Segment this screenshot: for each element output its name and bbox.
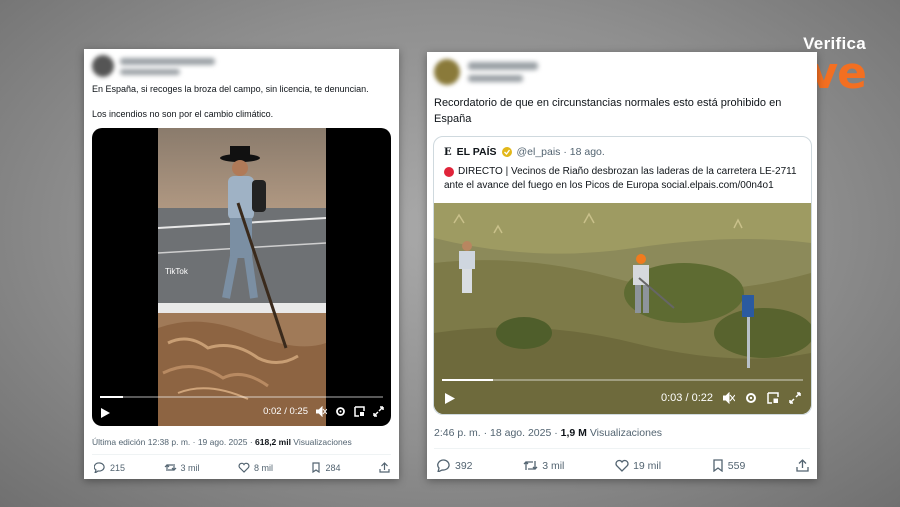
share-button[interactable]: [379, 462, 390, 473]
quoted-text: DIRECTO | Vecinos de Riaño desbrozan las…: [444, 165, 797, 193]
reply-count: 392: [455, 459, 473, 472]
video-progress-bar[interactable]: [442, 379, 803, 381]
video-progress-fill: [100, 396, 123, 398]
quoted-handle-date: @el_pais · 18 ago.: [516, 146, 605, 158]
video-player[interactable]: TikTok 0:02 / 0:25: [92, 128, 391, 426]
repost-count: 3 mil: [542, 459, 565, 472]
tweet-text: En España, si recoges la broza del campo…: [92, 83, 369, 120]
tweet-text-line-2: Los incendios no son por el cambio climá…: [92, 109, 274, 119]
reply-icon: [437, 459, 450, 472]
author-avatar[interactable]: [92, 55, 114, 77]
picture-in-picture-icon[interactable]: [354, 406, 365, 417]
tweet-author-header[interactable]: [92, 55, 215, 77]
bookmark-button[interactable]: 559: [712, 459, 746, 472]
bookmark-count: 284: [325, 462, 341, 473]
views-label: Visualizaciones: [290, 437, 352, 447]
blurred-author-name: [120, 57, 215, 65]
volume-muted-icon[interactable]: [316, 406, 327, 417]
like-count: 8 mil: [253, 462, 273, 473]
tweet-card-right: Recordatorio de que en circunstancias no…: [427, 52, 817, 479]
play-button[interactable]: [101, 408, 110, 418]
reply-button[interactable]: 392: [437, 459, 473, 472]
share-icon: [796, 459, 809, 472]
tweet-meta: 2:46 p. m. · 18 ago. 2025 · 1,9 M Visual…: [434, 427, 662, 439]
repost-button[interactable]: 3 mil: [523, 459, 564, 472]
settings-gear-icon[interactable]: [335, 406, 346, 417]
tweet-author-header[interactable]: [434, 59, 538, 85]
video-time: 0:02 / 0:25: [263, 406, 308, 417]
bookmark-button[interactable]: 284: [311, 462, 341, 473]
tiktok-watermark: TikTok: [165, 267, 189, 276]
video-progress-bar[interactable]: [100, 396, 383, 398]
settings-gear-icon[interactable]: [745, 392, 757, 404]
quoted-tweet[interactable]: E EL PAÍS @el_pais · 18 ago. DIRECTO | V…: [433, 136, 812, 415]
post-timestamp[interactable]: 2:46 p. m. · 18 ago. 2025 ·: [434, 427, 561, 439]
view-count: 1,9 M: [560, 427, 587, 439]
tweet-meta: Última edición 12:38 p. m. · 19 ago. 202…: [92, 437, 352, 447]
blurred-author-name: [468, 62, 538, 70]
edit-timestamp[interactable]: Última edición 12:38 p. m. · 19 ago. 202…: [92, 437, 255, 447]
author-avatar[interactable]: [434, 59, 460, 85]
view-count: 618,2 mil: [255, 437, 291, 447]
play-icon: [101, 408, 110, 418]
tweet-text: Recordatorio de que en circunstancias no…: [434, 97, 782, 125]
blurred-author-handle: [120, 68, 180, 75]
reply-count: 215: [110, 462, 126, 473]
divider: [92, 454, 391, 455]
bookmark-count: 559: [727, 459, 746, 472]
play-icon: [445, 393, 455, 404]
like-button[interactable]: 8 mil: [238, 462, 273, 473]
quoted-text-line-2: ante el avance del fuego en los Picos de…: [444, 180, 774, 191]
video-frame-hillside-clearing: [434, 203, 811, 414]
picture-in-picture-icon[interactable]: [767, 392, 779, 404]
like-count: 19 mil: [633, 459, 662, 472]
quoted-text-line-1: DIRECTO | Vecinos de Riaño desbrozan las…: [458, 166, 797, 177]
video-controls-right: 0:02 / 0:25: [263, 406, 384, 417]
heart-icon: [615, 459, 629, 472]
fullscreen-icon[interactable]: [789, 392, 801, 404]
red-circle-icon: [444, 167, 454, 177]
repost-count: 3 mil: [180, 462, 200, 473]
views-label: Visualizaciones: [586, 427, 663, 439]
quoted-video-player[interactable]: 0:03 / 0:22: [434, 203, 811, 414]
share-button[interactable]: [796, 459, 809, 472]
divider: [434, 448, 810, 449]
repost-button[interactable]: 3 mil: [164, 462, 200, 473]
bookmark-icon: [312, 462, 321, 473]
volume-muted-icon[interactable]: [723, 392, 735, 404]
repost-icon: [523, 461, 538, 470]
video-progress-fill: [442, 379, 493, 381]
quoted-author-name: EL PAÍS: [456, 146, 497, 158]
tweet-card-left: En España, si recoges la broza del campo…: [84, 49, 399, 479]
repost-icon: [164, 464, 176, 471]
video-frame-man-raking: TikTok: [158, 128, 326, 426]
video-time: 0:03 / 0:22: [661, 392, 713, 404]
quoted-header: E EL PAÍS @el_pais · 18 ago.: [444, 146, 605, 158]
like-button[interactable]: 19 mil: [615, 459, 661, 472]
reply-button[interactable]: 215: [94, 462, 125, 473]
blurred-author-handle: [468, 75, 523, 82]
verified-badge-icon: [501, 147, 512, 157]
reply-icon: [94, 462, 105, 473]
play-button[interactable]: [445, 393, 455, 404]
video-controls-right: 0:03 / 0:22: [661, 392, 801, 404]
tweet-text-line-1: En España, si recoges la broza del campo…: [92, 84, 369, 94]
share-icon: [379, 462, 390, 473]
el-pais-logo: E: [444, 146, 452, 158]
tweet-actions: 215 3 mil 8 mil 284: [94, 462, 390, 473]
tweet-actions: 392 3 mil 19 mil 559: [437, 459, 809, 472]
fullscreen-icon[interactable]: [373, 406, 384, 417]
heart-icon: [238, 462, 250, 473]
bookmark-icon: [713, 459, 723, 472]
